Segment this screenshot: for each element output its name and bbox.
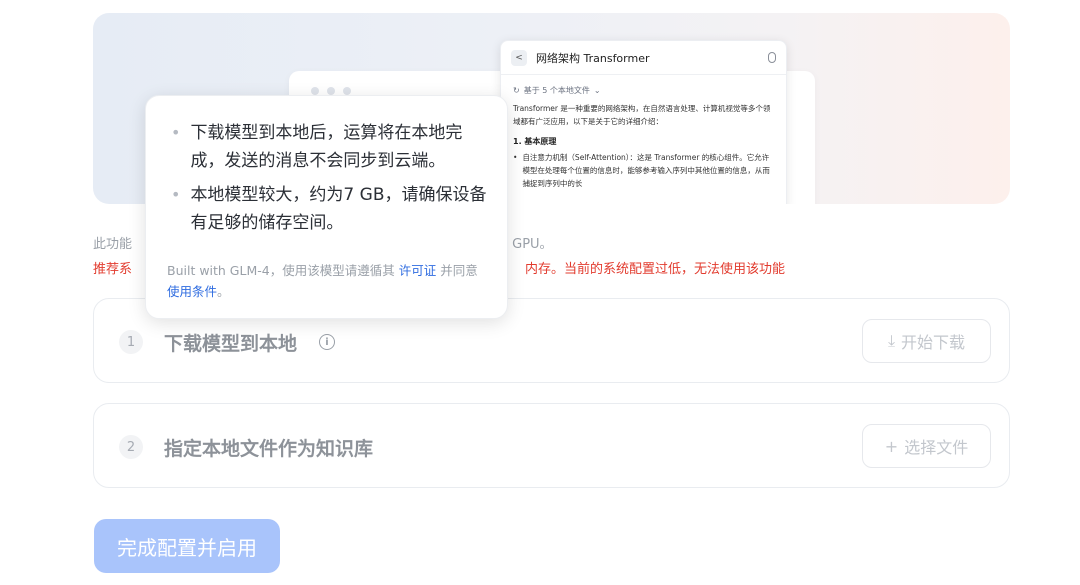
system-warning: 推荐系 内存。当前的系统配置过低，无法使用该功能	[93, 258, 785, 277]
tooltip-item-text: 本地模型较大，约为7 GB，请确保设备有足够的储存空间。	[190, 185, 487, 233]
back-arrow-icon: <	[511, 49, 527, 66]
chat-intro: Transformer 是一种重要的网络架构，在自然语言处理、计算机视觉等多个领…	[513, 104, 771, 126]
window-dot	[327, 87, 335, 95]
gpu-requirement-note: 此功能 系 GPU。	[93, 233, 553, 252]
model-info-tooltip: • 下载模型到本地后，运算将在本地完成，发送的消息不会同步到云端。 • 本地模型…	[145, 95, 508, 319]
tooltip-footer: Built with GLM-4，使用该模型请遵循其 许可证 并同意 使用条件。	[167, 260, 492, 302]
step-select-knowledge-base: 2 指定本地文件作为知识库 + 选择文件	[93, 403, 1010, 488]
chat-header: < 网络架构 Transformer	[501, 41, 786, 75]
window-dot	[311, 87, 319, 95]
chat-bullet-text: 自注意力机制（Self-Attention）：这是 Transformer 的核…	[522, 153, 770, 188]
info-icon[interactable]: i	[319, 334, 335, 350]
bullet-dot-icon: •	[171, 123, 181, 142]
gpu-note-left: 此功能	[93, 237, 133, 252]
step-number: 1	[119, 330, 143, 354]
tooltip-item: • 本地模型较大，约为7 GB，请确保设备有足够的储存空间。	[171, 181, 493, 237]
start-download-label: 开始下载	[901, 333, 966, 352]
bullet-dot-icon: •	[513, 153, 518, 162]
preview-chat-panel: < 网络架构 Transformer ↻ 基于 5 个本地文件 ⌄ Transf…	[500, 40, 787, 204]
tooltip-item-text: 下载模型到本地后，运算将在本地完成，发送的消息不会同步到云端。	[190, 123, 463, 171]
select-file-label: 选择文件	[904, 438, 969, 457]
warning-left: 推荐系	[93, 262, 133, 277]
search-refresh-icon: ↻	[513, 86, 520, 95]
window-dots	[311, 87, 351, 95]
chat-source-meta: ↻ 基于 5 个本地文件 ⌄	[501, 75, 786, 100]
select-file-button[interactable]: + 选择文件	[862, 424, 991, 468]
finish-setup-button[interactable]: 完成配置并启用	[94, 519, 280, 573]
terms-link[interactable]: 使用条件	[167, 284, 217, 299]
plus-icon: +	[884, 436, 899, 456]
chevron-down-icon: ⌄	[593, 86, 601, 95]
step-title: 指定本地文件作为知识库	[164, 438, 374, 460]
microphone-icon	[768, 52, 776, 63]
step-title: 下载模型到本地	[164, 333, 298, 355]
chat-section-heading: 1. 基本原理	[513, 137, 557, 146]
footer-middle: 并同意	[440, 263, 478, 278]
license-link[interactable]: 许可证	[399, 263, 437, 278]
step-number: 2	[119, 435, 143, 459]
chat-bullet: • 自注意力机制（Self-Attention）：这是 Transformer …	[501, 149, 786, 190]
footer-suffix: 。	[217, 284, 230, 299]
tooltip-item: • 下载模型到本地后，运算将在本地完成，发送的消息不会同步到云端。	[171, 119, 493, 175]
bullet-dot-icon: •	[171, 185, 181, 204]
warning-right: 内存。当前的系统配置过低，无法使用该功能	[525, 262, 786, 277]
source-meta-text: 基于 5 个本地文件	[523, 86, 590, 95]
download-icon: ⤓	[887, 331, 896, 350]
footer-prefix: Built with GLM-4，使用该模型请遵循其	[167, 263, 395, 278]
window-dot	[343, 87, 351, 95]
chat-title: 网络架构 Transformer	[536, 51, 650, 65]
start-download-button[interactable]: ⤓ 开始下载	[862, 319, 991, 363]
